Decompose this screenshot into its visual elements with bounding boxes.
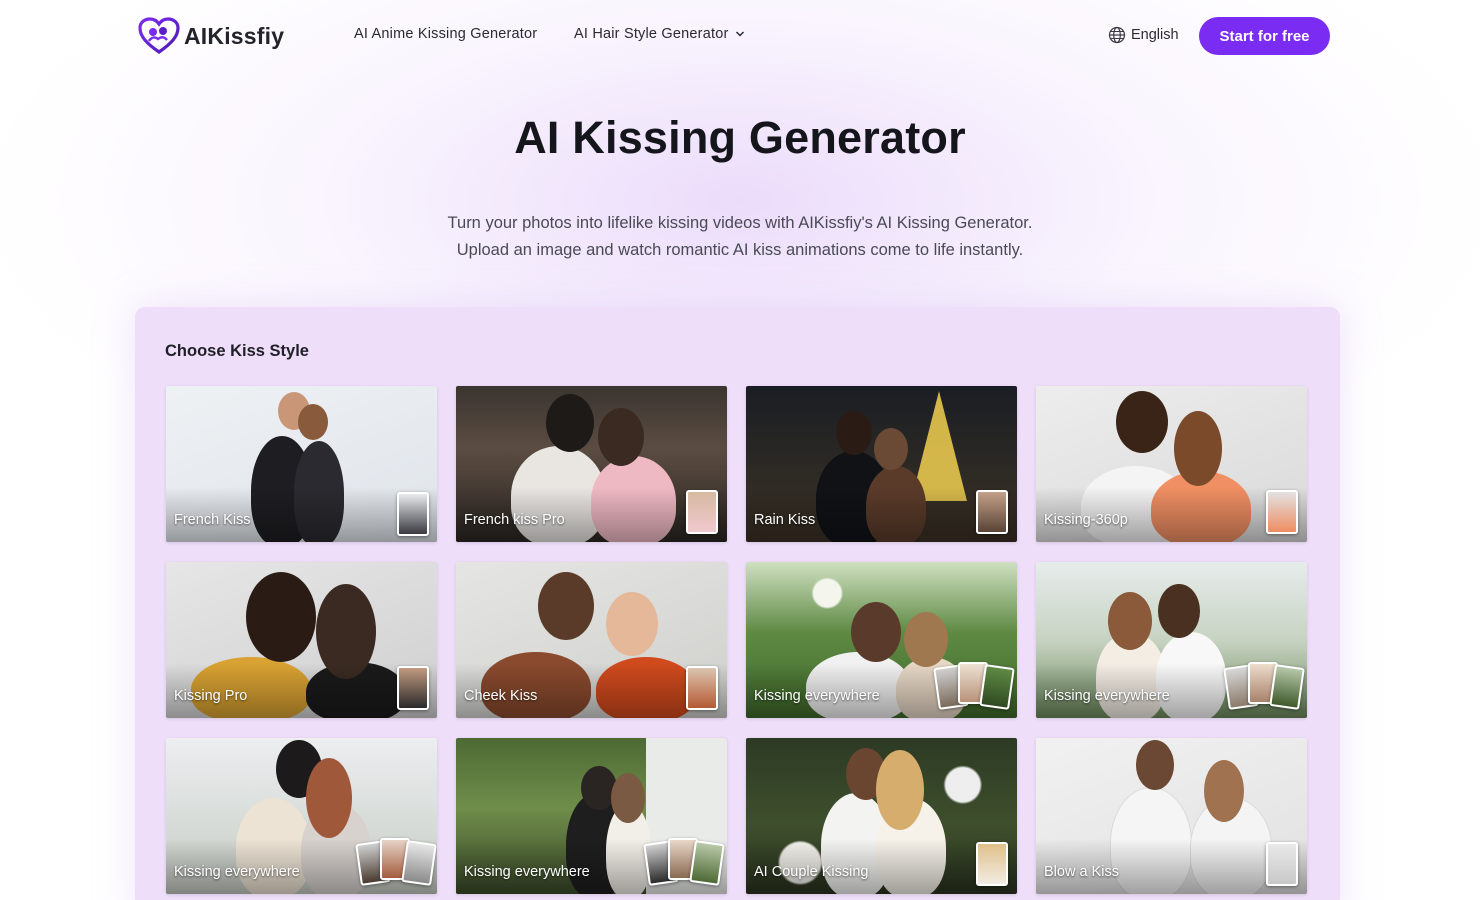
person-head xyxy=(1108,592,1152,650)
card-label: Kissing-360p xyxy=(1044,512,1128,528)
person-head xyxy=(876,750,924,830)
style-card-kissing-everywhere-4[interactable]: Kissing everywhere xyxy=(456,738,727,894)
style-card-kissing-everywhere-2[interactable]: Kissing everywhere xyxy=(1036,562,1307,718)
card-label: Kissing everywhere xyxy=(754,688,880,704)
card-thumbnail xyxy=(1266,842,1298,886)
language-selector[interactable]: English xyxy=(1108,26,1179,44)
style-card-cheek-kiss[interactable]: Cheek Kiss xyxy=(456,562,727,718)
card-thumbnail xyxy=(397,666,429,710)
chevron-down-icon xyxy=(735,31,744,37)
card-thumbnail xyxy=(976,842,1008,886)
card-label: Rain Kiss xyxy=(754,512,816,528)
style-card-french-kiss[interactable]: French Kiss xyxy=(166,386,437,542)
style-card-french-kiss-pro[interactable]: French kiss Pro xyxy=(456,386,727,542)
person-head xyxy=(851,602,901,662)
style-card-kissing-everywhere-1[interactable]: Kissing everywhere xyxy=(746,562,1017,718)
hero-description: Turn your photos into lifelike kissing v… xyxy=(0,210,1480,264)
card-label: Kissing Pro xyxy=(174,688,248,704)
person-head xyxy=(306,758,352,838)
page-title: AI Kissing Generator xyxy=(514,112,966,163)
style-card-kissing-pro[interactable]: Kissing Pro xyxy=(166,562,437,718)
style-card-kissing-360p[interactable]: Kissing-360p xyxy=(1036,386,1307,542)
hero-description-line-2: Upload an image and watch romantic AI ki… xyxy=(456,241,1024,259)
nav-link-anime-kissing[interactable]: AI Anime Kissing Generator xyxy=(354,26,537,42)
nav-link-hair-style-label: AI Hair Style Generator xyxy=(574,26,729,42)
brand-name: AIKissfiy xyxy=(184,22,285,49)
heart-logo-icon xyxy=(138,17,180,54)
card-label: Cheek Kiss xyxy=(464,688,538,704)
start-for-free-button[interactable]: Start for free xyxy=(1199,17,1330,55)
person-head xyxy=(1174,411,1222,486)
card-thumbnail xyxy=(686,490,718,534)
card-thumbnail xyxy=(979,664,1015,710)
card-thumbnail xyxy=(689,840,725,886)
person-head xyxy=(836,411,872,455)
person-head xyxy=(1136,740,1174,790)
card-thumbnail xyxy=(976,490,1008,534)
language-label: English xyxy=(1131,27,1179,43)
style-card-kissing-everywhere-3[interactable]: Kissing everywhere xyxy=(166,738,437,894)
brand-logo[interactable]: AIKissfiy xyxy=(138,16,284,56)
card-thumbnail xyxy=(686,666,718,710)
person-head xyxy=(904,612,948,667)
person-head xyxy=(298,404,328,440)
person-head xyxy=(874,428,908,470)
person-head xyxy=(606,592,658,656)
person-head xyxy=(1116,391,1168,453)
person-head xyxy=(598,408,644,466)
style-card-blow-a-kiss[interactable]: Blow a Kiss xyxy=(1036,738,1307,894)
globe-icon xyxy=(1108,26,1126,44)
person-head xyxy=(246,572,316,662)
top-navbar: AIKissfiy AI Anime Kissing Generator AI … xyxy=(0,0,1480,72)
card-label: Kissing everywhere xyxy=(174,864,300,880)
card-thumbnail xyxy=(1266,490,1298,534)
card-label: Blow a Kiss xyxy=(1044,864,1119,880)
person-head xyxy=(611,773,645,823)
nav-link-hair-style[interactable]: AI Hair Style Generator xyxy=(574,26,745,42)
card-label: French Kiss xyxy=(174,512,251,528)
person-head xyxy=(538,572,594,640)
card-label: French kiss Pro xyxy=(464,512,565,528)
card-thumbnail xyxy=(397,492,429,536)
person-head xyxy=(546,394,594,452)
card-label: Kissing everywhere xyxy=(1044,688,1170,704)
card-thumbnail xyxy=(1269,664,1305,710)
card-thumbnail xyxy=(401,840,437,886)
card-label: AI Couple Kissing xyxy=(754,864,869,880)
person-head xyxy=(1204,760,1244,822)
style-card-rain-kiss[interactable]: Rain Kiss xyxy=(746,386,1017,542)
style-card-ai-couple-kissing[interactable]: AI Couple Kissing xyxy=(746,738,1017,894)
hero-description-line-1: Turn your photos into lifelike kissing v… xyxy=(447,214,1033,232)
card-label: Kissing everywhere xyxy=(464,864,590,880)
choose-kiss-style-heading: Choose Kiss Style xyxy=(165,342,309,360)
person-head xyxy=(1158,584,1200,638)
